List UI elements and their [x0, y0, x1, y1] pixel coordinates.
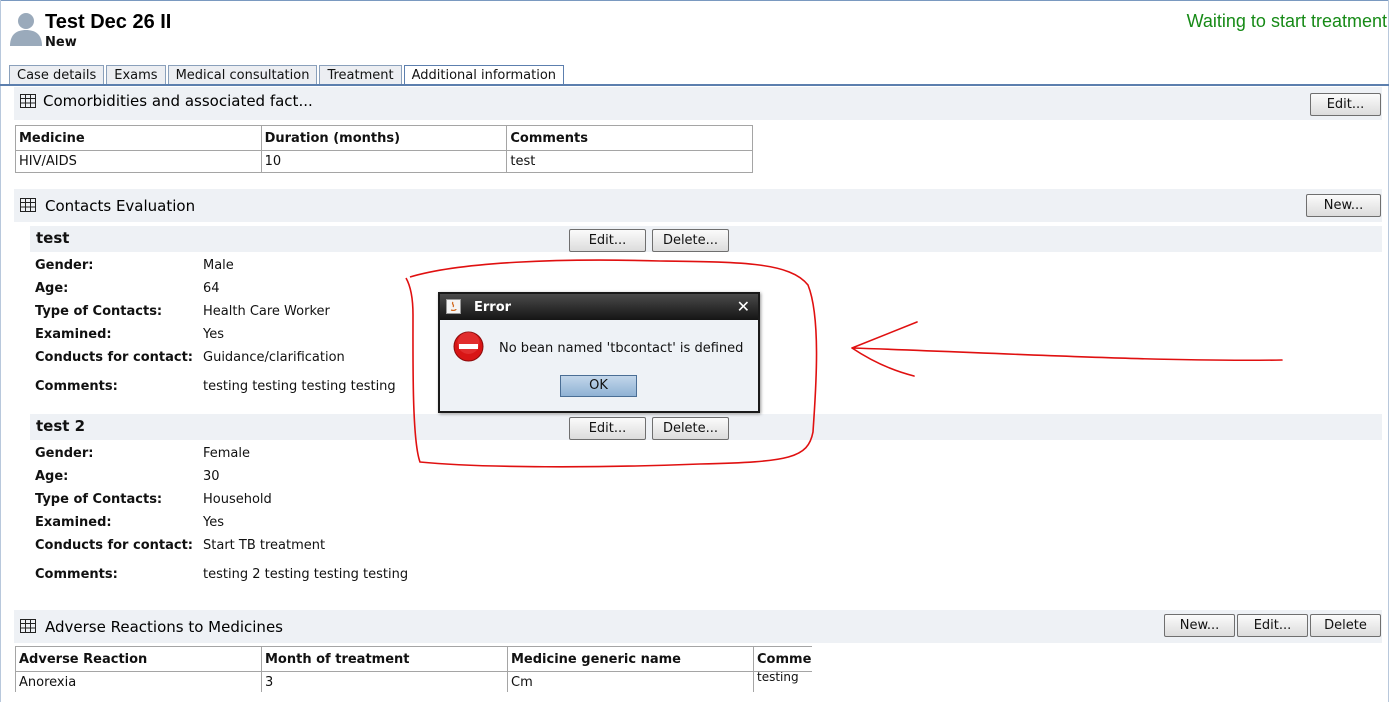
- comments-label: Comments:: [35, 567, 118, 582]
- comorbidities-edit-button[interactable]: Edit...: [1310, 93, 1381, 116]
- error-dialog: Error ✕ No bean named 'tbcontact' is def…: [438, 292, 760, 413]
- patient-avatar-icon: [10, 13, 42, 46]
- contact-type-value: Household: [203, 492, 272, 507]
- comorbidities-table: Medicine Duration (months) Comments HIV/…: [15, 125, 753, 173]
- contact-type-label: Type of Contacts:: [35, 492, 163, 507]
- tab-additional-information[interactable]: Additional information: [403, 65, 565, 86]
- table-icon: [20, 198, 36, 212]
- contact-delete-button[interactable]: Delete...: [652, 229, 729, 252]
- column-header: Comments: [506, 125, 753, 151]
- conducts-value: Guidance/clarification: [203, 350, 345, 365]
- comorbidities-title: Comorbidities and associated fact...: [43, 92, 313, 110]
- examined-label: Examined:: [35, 515, 112, 530]
- column-header: Medicine generic name: [507, 646, 754, 672]
- examined-label: Examined:: [35, 327, 112, 342]
- comorbidities-section-header: Comorbidities and associated fact...: [14, 87, 1382, 120]
- ok-button[interactable]: OK: [560, 375, 637, 397]
- examined-value: Yes: [203, 515, 224, 530]
- error-icon: [453, 331, 484, 362]
- gender-label: Gender:: [35, 258, 94, 273]
- adverse-title: Adverse Reactions to Medicines: [45, 618, 283, 636]
- java-icon: [446, 299, 461, 314]
- contact-delete-button[interactable]: Delete...: [652, 417, 729, 440]
- table-cell: test: [506, 150, 753, 173]
- comments-label: Comments:: [35, 379, 118, 394]
- column-header: Duration (months): [260, 125, 508, 151]
- column-header: Adverse Reaction: [15, 646, 262, 672]
- contact-type-value: Health Care Worker: [203, 304, 330, 319]
- column-header: Comme: [753, 646, 812, 672]
- table-cell: testing: [753, 671, 812, 692]
- conducts-label: Conducts for contact:: [35, 538, 193, 553]
- tab-medical-consultation[interactable]: Medical consultation: [167, 65, 318, 85]
- close-icon[interactable]: ✕: [737, 297, 750, 316]
- tab-exams[interactable]: Exams: [106, 65, 166, 85]
- conducts-value: Start TB treatment: [203, 538, 326, 553]
- table-cell: 10: [260, 150, 508, 173]
- adverse-table-viewport: Adverse Reaction Month of treatment Medi…: [15, 646, 812, 692]
- contacts-title: Contacts Evaluation: [45, 197, 196, 215]
- adverse-edit-button[interactable]: Edit...: [1237, 614, 1308, 637]
- contacts-new-button[interactable]: New...: [1306, 194, 1381, 217]
- table-header-row: Adverse Reaction Month of treatment Medi…: [15, 646, 812, 672]
- patient-name: Test Dec 26 II: [45, 11, 172, 33]
- table-icon: [20, 94, 36, 108]
- patient-status: New: [45, 35, 77, 50]
- contact-edit-button[interactable]: Edit...: [569, 229, 646, 252]
- age-value: 64: [203, 281, 220, 296]
- table-cell: 3: [261, 671, 508, 692]
- contact-edit-button[interactable]: Edit...: [569, 417, 646, 440]
- age-value: 30: [203, 469, 220, 484]
- dialog-titlebar[interactable]: Error ✕: [440, 294, 758, 320]
- contacts-section-header: Contacts Evaluation: [14, 189, 1382, 222]
- error-message: No bean named 'tbcontact' is defined: [499, 341, 744, 356]
- dialog-title: Error: [474, 300, 512, 315]
- table-cell: HIV/AIDS: [15, 150, 262, 173]
- case-state: Waiting to start treatment: [1186, 11, 1387, 31]
- adverse-new-button[interactable]: New...: [1164, 614, 1235, 637]
- gender-value: Male: [203, 258, 234, 273]
- age-label: Age:: [35, 469, 69, 484]
- gender-label: Gender:: [35, 446, 94, 461]
- gender-value: Female: [203, 446, 251, 461]
- table-row[interactable]: Anorexia 3 Cm testing: [15, 671, 812, 692]
- tab-treatment[interactable]: Treatment: [319, 65, 402, 85]
- adverse-table: Adverse Reaction Month of treatment Medi…: [15, 646, 812, 692]
- contact-name: test 2: [36, 417, 86, 435]
- age-label: Age:: [35, 281, 69, 296]
- table-header-row: Medicine Duration (months) Comments: [15, 125, 753, 151]
- tab-case-details[interactable]: Case details: [9, 65, 105, 85]
- table-cell: Anorexia: [15, 671, 262, 692]
- contact-name: test: [36, 229, 70, 247]
- conducts-label: Conducts for contact:: [35, 350, 193, 365]
- tab-bar: Case details Exams Medical consultation …: [9, 65, 566, 86]
- comments-value: testing testing testing testing: [203, 379, 396, 394]
- column-header: Month of treatment: [261, 646, 508, 672]
- contact-type-label: Type of Contacts:: [35, 304, 163, 319]
- annotation-arrow: [851, 321, 1283, 377]
- table-icon: [20, 619, 36, 633]
- examined-value: Yes: [203, 327, 224, 342]
- table-row[interactable]: HIV/AIDS 10 test: [15, 150, 753, 173]
- table-cell: Cm: [507, 671, 754, 692]
- adverse-delete-button[interactable]: Delete: [1310, 614, 1381, 637]
- comments-value: testing 2 testing testing testing: [203, 567, 409, 582]
- column-header: Medicine: [15, 125, 262, 151]
